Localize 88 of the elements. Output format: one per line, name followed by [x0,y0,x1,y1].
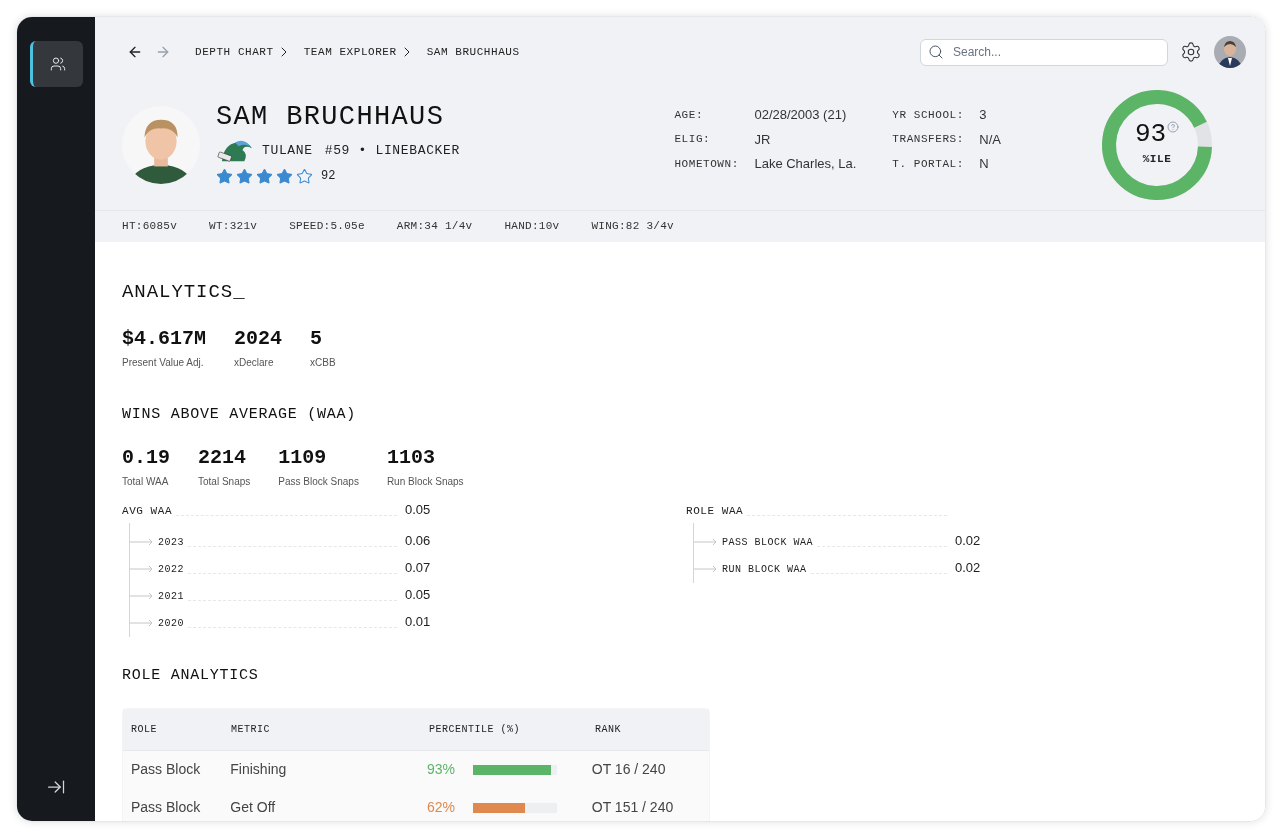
section-title: ROLE ANALYTICS [122,666,260,686]
stat-label: Run Block Snaps [386,475,464,489]
stat-label: Total WAA [122,475,170,489]
star-icon [296,167,313,185]
tree-label: RUN BLOCK WAA [722,563,807,577]
bio-label: HOMETOWN: [674,156,740,172]
settings-icon[interactable] [1180,41,1202,63]
stat-value: 0.19 [122,448,170,468]
column-header: ROLE [131,722,158,737]
percentile-label: %ILE [1142,152,1172,168]
breadcrumb-link[interactable]: TEAM EXPLORER [303,43,397,61]
bio-label: T. PORTAL: [892,156,965,172]
search-icon [928,43,944,60]
stat-label: xCBB [310,355,336,370]
column-header: PERCENTILE (%) [429,722,521,737]
bio-label: TRANSFERS: [892,132,965,148]
tree-label: 2021 [158,590,184,604]
tree-value: 0.02 [954,531,982,550]
branch-arrow-icon [130,538,154,546]
breadcrumb-link[interactable]: DEPTH CHART [195,43,274,61]
team-nav-item[interactable] [29,41,83,87]
tree-label: AVG WAA [122,503,173,519]
bio-value: Lake Charles, La. [754,155,857,174]
stat-value: 2024 [234,328,283,349]
tree-label: ROLE WAA [686,503,744,519]
measurement: HAND:10v [504,219,560,235]
table-cell-text: OT 151 / 240 [591,798,675,817]
bio-value: JR [754,130,771,149]
stat-label: xDeclare [234,355,275,370]
column-header: METRIC [231,722,271,737]
measurement: WT:321v [209,219,258,235]
star-icon [276,167,293,185]
people-icon [49,56,66,72]
stat-label: Pass Block Snaps [278,475,359,489]
player-name: SAM BRUCHHAUS [216,104,446,131]
stat-value: 2214 [198,448,248,468]
rating-value: 92 [321,168,336,185]
bio-value: N [979,155,989,174]
tree-label: 2023 [158,536,184,550]
bio-label: ELIG: [674,132,712,148]
tree-label: 2022 [158,563,184,577]
percentile-text: 93% [426,760,456,779]
bio-value: N/A [979,130,1001,149]
tree-value: 0.01 [404,612,432,631]
table-cell-text: Finishing [230,760,288,779]
stat-label: Total Snaps [198,475,251,489]
stat-value: 1109 [278,448,328,468]
number-position: #59 • LINEBACKER [324,142,460,161]
table-cell-text: Pass Block [131,798,202,817]
search-field[interactable]: Search... [920,38,1168,66]
breadcrumb-link[interactable]: SAM BRUCHHAUS [426,43,520,61]
measurement: ARM:34 1/4v [396,219,473,235]
branch-arrow-icon [130,565,154,573]
tree-value: 0.02 [954,558,982,577]
tree-value: 0.05 [404,585,432,604]
branch-arrow-icon [694,538,718,546]
table-cell-text: Get Off [230,798,277,817]
section-title: WINS ABOVE AVERAGE (WAA) [122,404,358,425]
measurement: WING:82 3/4v [591,219,674,235]
column-header: RANK [595,722,622,737]
table-cell-text: Pass Block [131,760,202,779]
tree-value: 0.06 [404,531,432,550]
star-icon [236,167,253,185]
bio-value: 3 [979,106,987,125]
percentile-value: 93 [1134,121,1167,148]
tree-label: PASS BLOCK WAA [722,536,813,550]
star-icon [256,167,273,185]
stat-label: Present Value Adj. [122,355,205,370]
section-title: ANALYTICS_ [122,280,247,305]
branch-arrow-icon [694,565,718,573]
tree-label: 2020 [158,617,184,631]
branch-arrow-icon [130,592,154,600]
stat-value: 5 [310,328,324,349]
tree-value: 0.07 [404,558,432,577]
stat-value: 1103 [386,448,436,468]
branch-arrow-icon [130,619,154,627]
bio-label: YR SCHOOL: [892,107,965,123]
percentile-text: 62% [426,798,456,817]
back-icon[interactable] [127,44,143,60]
measurement: SPEED:5.05e [289,219,365,235]
tree-value: 0.05 [404,500,432,519]
table-cell-text: OT 16 / 240 [591,760,667,779]
stat-value: $4.617M [122,328,206,349]
star-icon [216,167,233,185]
team-name: TULANE [262,142,313,161]
bio-value: 02/28/2003 (21) [754,106,847,125]
bio-label: AGE: [674,107,705,123]
measurement: HT:6085v [122,219,177,235]
